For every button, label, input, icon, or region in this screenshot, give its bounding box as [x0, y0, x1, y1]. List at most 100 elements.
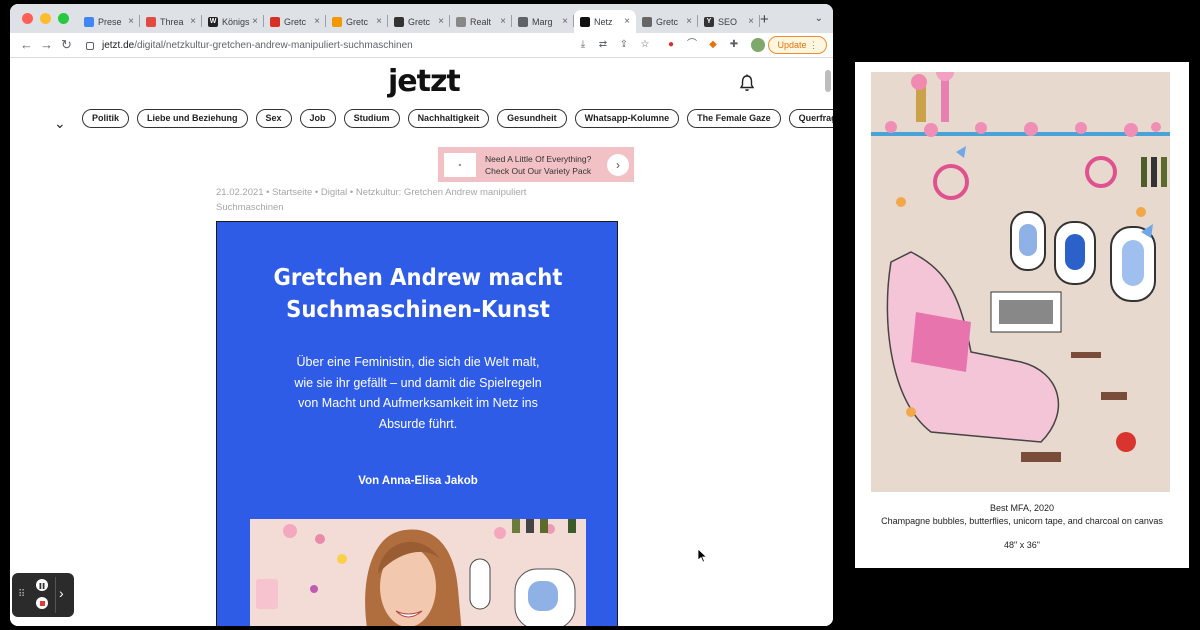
category-pill[interactable]: Liebe und Beziehung	[137, 109, 248, 128]
tab-favicon-icon	[456, 16, 466, 27]
reload-icon[interactable]: ↻	[61, 37, 72, 53]
category-pill[interactable]: Politik	[82, 109, 130, 128]
tab-title: Gretc	[346, 16, 369, 27]
artwork-panel: Best MFA, 2020 Champagne bubbles, butter…	[855, 62, 1189, 568]
browser-window: Prese × Threa × W Königs × Gretc × Gretc × Gretc × Re…	[10, 4, 833, 626]
divider	[55, 577, 56, 613]
extension-icon[interactable]: ⌒	[686, 39, 698, 51]
close-tab-icon[interactable]: ×	[314, 16, 320, 27]
close-tab-icon[interactable]: ×	[438, 16, 444, 27]
category-pill[interactable]: Nachhaltigkeit	[407, 109, 490, 128]
tabs: Prese × Threa × W Königs × Gretc × Gretc × Gretc × Re…	[78, 10, 760, 33]
tab-favicon-icon	[332, 16, 342, 27]
tab-title: Gretc	[284, 16, 307, 27]
url-path: /digital/netzkultur-gretchen-andrew-mani…	[134, 40, 413, 51]
tab-favicon-icon	[394, 16, 404, 27]
browser-tab[interactable]: Marg ×	[512, 10, 574, 33]
category-pill[interactable]: Whatsapp-Kolumne	[574, 109, 680, 128]
screen: Prese × Threa × W Königs × Gretc × Gretc × Gretc × Re…	[0, 0, 1200, 630]
maximize-window-button[interactable]	[58, 13, 69, 24]
close-tab-icon[interactable]: ×	[748, 16, 754, 27]
category-pill[interactable]: Sex	[255, 109, 292, 128]
article-title-line-1: Gretchen Andrew macht	[273, 265, 563, 291]
address-bar[interactable]: jetzt.de/digital/netzkultur-gretchen-and…	[86, 36, 566, 55]
install-app-icon[interactable]: ⤓	[577, 39, 589, 51]
tab-favicon-icon: W	[208, 16, 218, 27]
browser-tab[interactable]: Gretc ×	[326, 10, 388, 33]
drag-handle-icon[interactable]: ⠿	[18, 589, 25, 600]
extensions-puzzle-icon[interactable]: ✚	[728, 39, 740, 51]
close-tab-icon[interactable]: ×	[190, 16, 196, 27]
article-lead: Über eine Feministin, die sich die Welt …	[294, 355, 542, 431]
ad-arrow-icon[interactable]: ›	[607, 153, 629, 176]
tab-favicon-icon	[84, 16, 94, 27]
bookmark-star-icon[interactable]: ☆	[639, 39, 651, 51]
tab-title: Gretc	[656, 16, 679, 27]
artwork-title: Best MFA, 2020	[989, 503, 1055, 513]
tab-title: Realt	[470, 16, 492, 27]
update-button[interactable]: Update ⋮	[768, 36, 827, 54]
browser-tab[interactable]: W Königs ×	[202, 10, 264, 33]
browser-tab[interactable]: Gretc ×	[636, 10, 698, 33]
tab-favicon-icon: Y	[704, 16, 714, 27]
article-title-line-2: Suchmaschinen-Kunst	[286, 297, 550, 323]
category-pill[interactable]: Gesundheit	[497, 109, 567, 128]
tab-favicon-icon	[518, 16, 528, 27]
browser-tab[interactable]: Gretc ×	[388, 10, 450, 33]
tab-title: Königs	[222, 16, 250, 27]
breadcrumb[interactable]: 21.02.2021 • Startseite • Digital • Netz…	[216, 185, 576, 215]
category-pill[interactable]: Querfragen	[788, 109, 833, 128]
site-logo[interactable]: jetzt	[388, 64, 461, 99]
browser-tab[interactable]: Realt ×	[450, 10, 512, 33]
forward-arrow-icon[interactable]: →	[40, 37, 53, 52]
menu-chevron-down-icon[interactable]: ⌄	[54, 115, 66, 132]
profile-avatar[interactable]	[751, 38, 765, 52]
minimize-window-button[interactable]	[40, 13, 51, 24]
close-tab-icon[interactable]: ×	[376, 16, 382, 27]
tab-favicon-icon	[146, 16, 156, 27]
stop-recording-button[interactable]	[36, 597, 48, 609]
ad-banner[interactable]: ■ Need A Little Of Everything? Check Out…	[438, 147, 634, 182]
tab-favicon-icon	[642, 16, 652, 27]
browser-tab[interactable]: Netz ×	[574, 10, 636, 33]
tab-title: SEO	[718, 16, 738, 27]
translate-icon[interactable]: ⇄	[597, 39, 609, 51]
close-tab-icon[interactable]: ×	[562, 16, 568, 27]
article-hero: Gretchen Andrew macht Suchmaschinen-Kuns…	[216, 221, 618, 626]
recording-controls: ⠿ ›	[12, 573, 74, 617]
page-scrollbar[interactable]	[825, 70, 831, 92]
share-icon[interactable]: ⇪	[618, 39, 630, 51]
metamask-fox-icon[interactable]: ◆	[707, 39, 719, 51]
browser-tab[interactable]: Y SEO ×	[698, 10, 760, 33]
close-tab-icon[interactable]: ×	[686, 16, 692, 27]
close-tab-icon[interactable]: ×	[252, 16, 258, 27]
category-pill[interactable]: Studium	[343, 109, 400, 128]
tab-title: Prese	[98, 16, 122, 27]
browser-tab[interactable]: Threa ×	[140, 10, 202, 33]
browser-tab[interactable]: Gretc ×	[264, 10, 326, 33]
extension-icon[interactable]: ●	[665, 39, 677, 51]
ad-line-2: Check Out Our Variety Pack	[485, 165, 592, 176]
browser-toolbar: ← → ↻ jetzt.de/digital/netzkultur-gretch…	[10, 33, 833, 58]
category-pill[interactable]: The Female Gaze	[687, 109, 781, 128]
close-tab-icon[interactable]: ×	[500, 16, 506, 27]
browser-tab[interactable]: Prese ×	[78, 10, 140, 33]
artwork-image	[871, 72, 1170, 492]
back-arrow-icon[interactable]: ←	[20, 37, 33, 52]
close-tab-icon[interactable]: ×	[128, 16, 134, 27]
update-label: Update	[777, 40, 807, 50]
category-pill[interactable]: Job	[299, 109, 336, 128]
close-window-button[interactable]	[22, 13, 33, 24]
tab-title: Threa	[160, 16, 184, 27]
chevron-right-icon[interactable]: ›	[59, 585, 64, 601]
pause-recording-button[interactable]	[36, 579, 48, 591]
ad-text: Need A Little Of Everything? Check Out O…	[485, 153, 603, 177]
close-tab-icon[interactable]: ×	[624, 16, 630, 27]
new-tab-button[interactable]: +	[760, 11, 769, 28]
tab-search-chevron-icon[interactable]: ⌄	[815, 13, 823, 24]
ad-line-1: Need A Little Of Everything?	[485, 153, 592, 164]
notification-bell-icon[interactable]	[739, 74, 755, 92]
artwork-dimensions: 48" x 36"	[1004, 540, 1040, 550]
hero-photo	[250, 519, 586, 626]
category-nav: Politik Liebe und Beziehung Sex Job Studium N…	[82, 109, 833, 128]
